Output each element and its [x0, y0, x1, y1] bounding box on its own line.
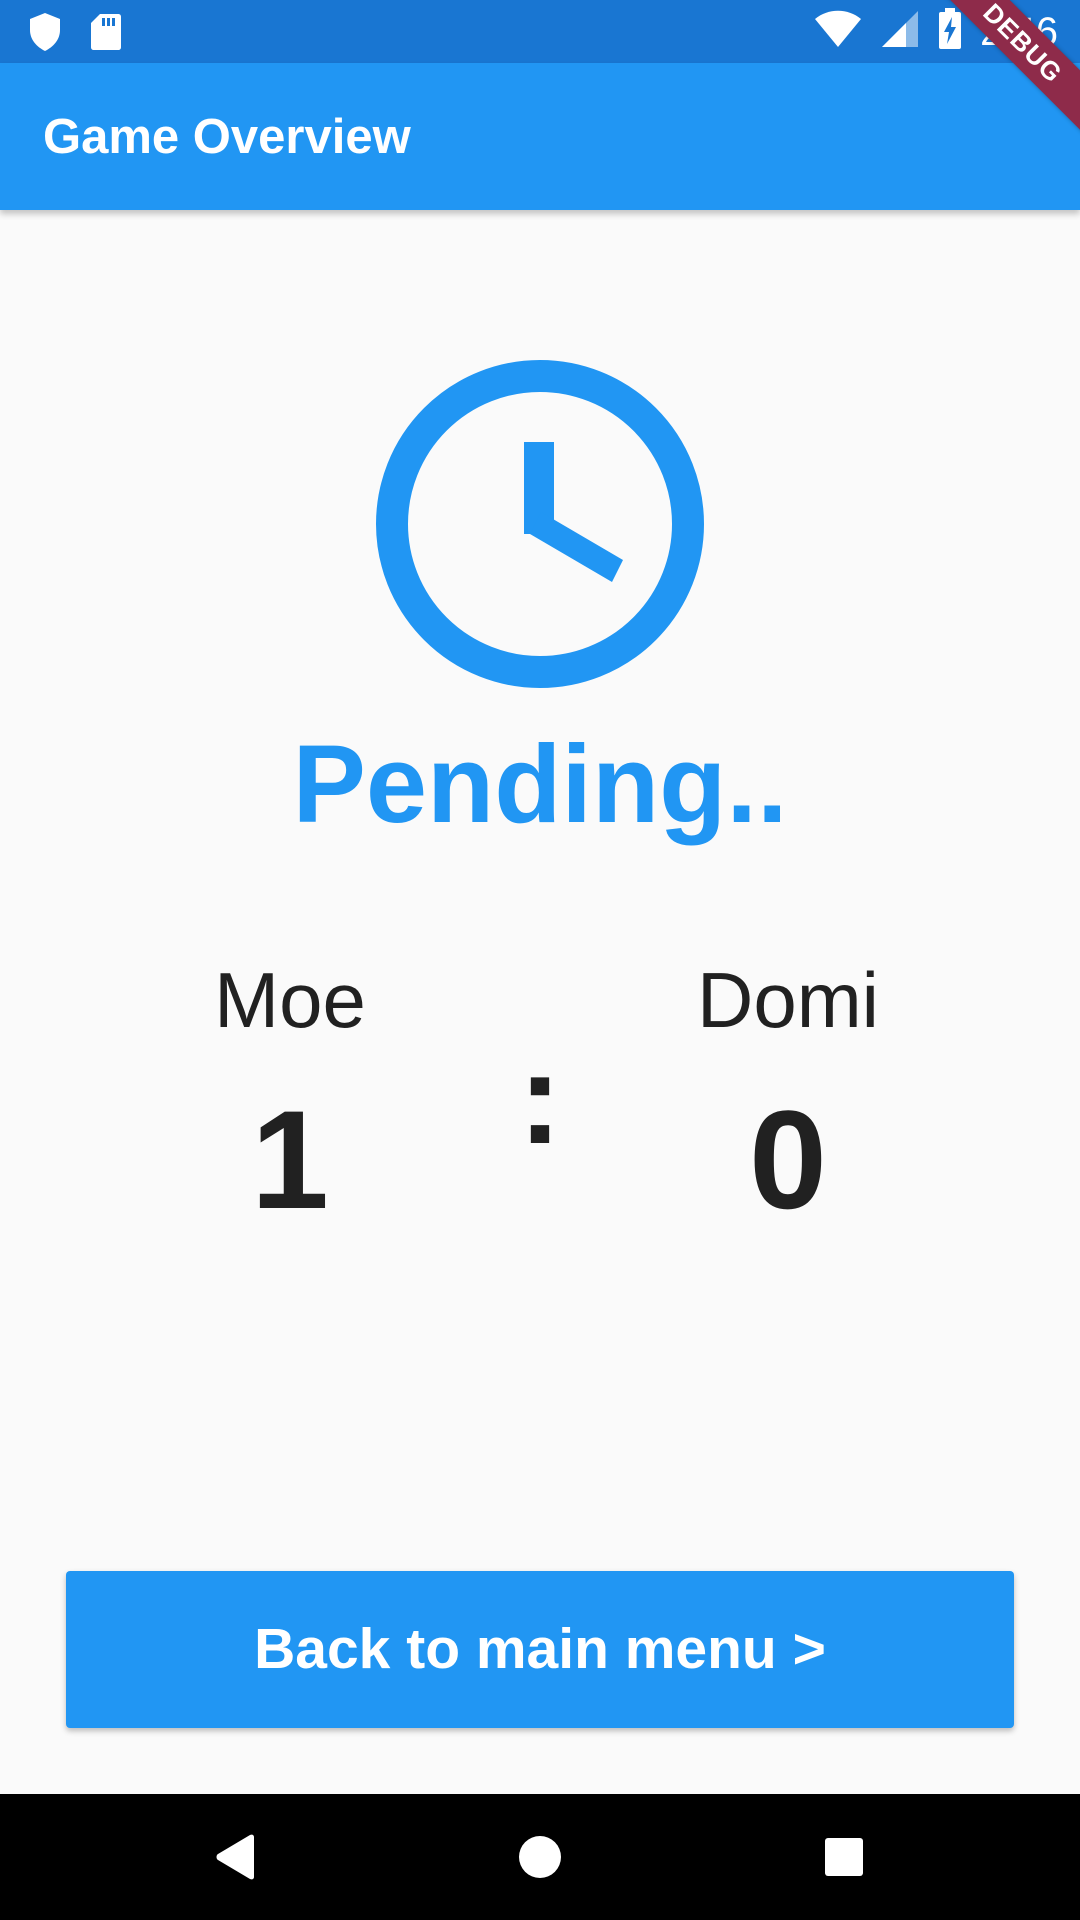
status-bar: 2:46 [0, 0, 1080, 63]
battery-charging-icon [938, 8, 962, 55]
screen: 2:46 DEBUG Game Overview Pending.. Moe D… [0, 0, 1080, 1920]
clock-icon [376, 360, 704, 688]
home-circle-icon[interactable] [508, 1825, 572, 1889]
page-title: Game Overview [43, 110, 411, 164]
cell-signal-icon [880, 9, 920, 54]
back-triangle-icon[interactable] [204, 1825, 268, 1889]
navigation-bar [0, 1794, 1080, 1920]
status-left-icons [28, 12, 122, 57]
player2-score: 0 [749, 1081, 827, 1238]
app-bar: Game Overview [0, 63, 1080, 210]
player1-name: Moe [214, 956, 366, 1044]
player1-score: 1 [251, 1081, 329, 1238]
wifi-icon [814, 10, 862, 53]
score-separator: : [518, 1025, 562, 1171]
back-to-main-menu-button[interactable]: Back to main menu > [66, 1571, 1014, 1728]
shield-icon [28, 12, 62, 57]
sd-card-icon [90, 13, 122, 56]
recents-square-icon[interactable] [812, 1825, 876, 1889]
game-status-label: Pending.. [292, 723, 788, 846]
player2-name: Domi [696, 956, 879, 1044]
